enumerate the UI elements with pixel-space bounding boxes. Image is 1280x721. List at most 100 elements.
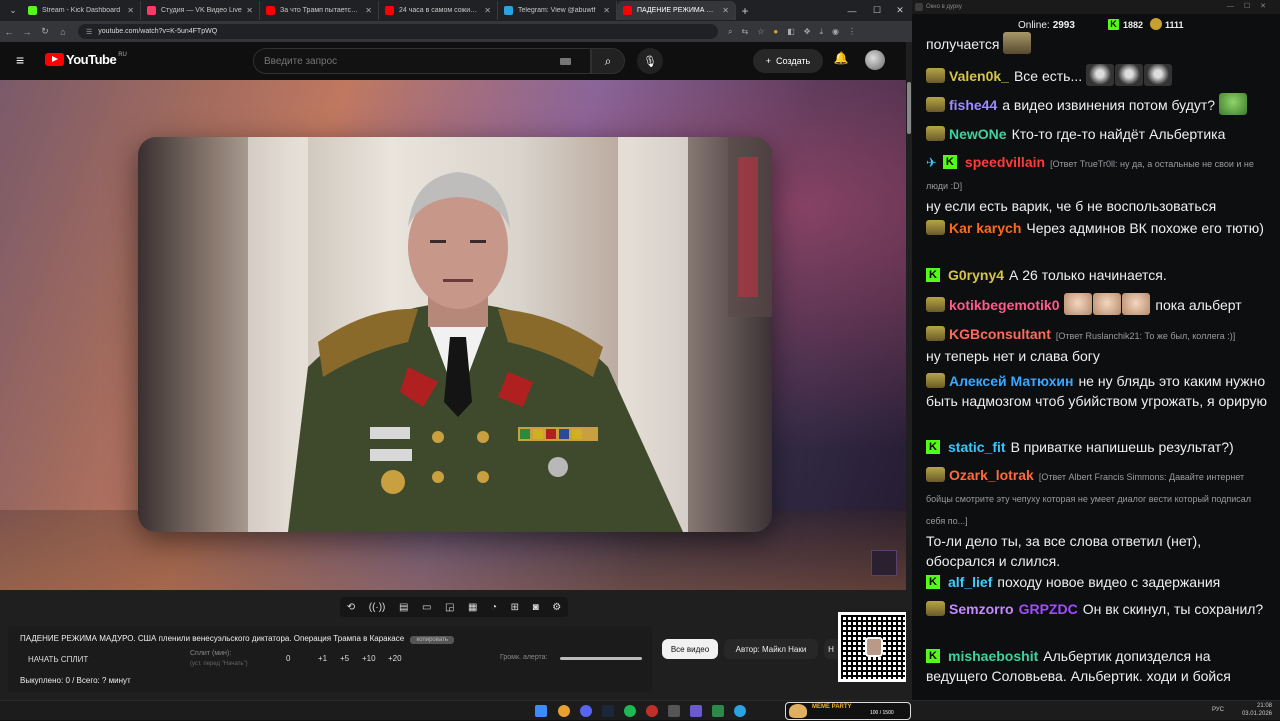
account-avatar[interactable] bbox=[865, 50, 885, 70]
chat-username[interactable]: NewONe bbox=[949, 126, 1007, 142]
tab-close-icon[interactable]: ✕ bbox=[722, 6, 729, 15]
video-player[interactable] bbox=[0, 80, 906, 590]
chat-message: mishaeboshitАльбертик допизделся на веду… bbox=[926, 646, 1272, 686]
address-bar: ← → ↻ ⌂ ☰ youtube.com/watch?v=K-5un4FTpW… bbox=[0, 21, 912, 42]
clock[interactable]: 21:08 03.01.2026 bbox=[1242, 702, 1272, 718]
chat-username[interactable]: static_fit bbox=[948, 439, 1006, 455]
chat-username[interactable]: fishe44 bbox=[949, 97, 997, 113]
keyboard-icon[interactable] bbox=[560, 57, 571, 65]
chat-username[interactable]: KGBconsultant bbox=[949, 326, 1051, 342]
tab-youtube-maduro[interactable]: ПАДЕНИЕ РЕЖИМА МАДУ... ✕ bbox=[617, 1, 736, 20]
frames-icon[interactable]: ▦ bbox=[468, 602, 477, 613]
forward-icon[interactable]: → bbox=[18, 27, 36, 37]
add-clip-icon[interactable]: ⊞ bbox=[511, 602, 519, 613]
chat-username[interactable]: speedvillain bbox=[965, 154, 1045, 170]
tab-close-icon[interactable]: ✕ bbox=[365, 6, 372, 15]
downloads-icon[interactable]: ⤓ bbox=[819, 27, 823, 37]
pip-icon[interactable]: ◲ bbox=[445, 602, 454, 613]
alert-volume-slider[interactable] bbox=[560, 657, 642, 660]
close-window-icon[interactable]: ✕ bbox=[888, 0, 912, 21]
app-icon[interactable] bbox=[712, 705, 724, 717]
clapper-icon[interactable]: ▤ bbox=[399, 602, 408, 613]
site-info-icon[interactable]: ☰ bbox=[86, 28, 92, 36]
video-photo-frame bbox=[138, 137, 772, 532]
platform-badge-icon bbox=[926, 97, 945, 112]
search-button[interactable]: ⌕ bbox=[591, 48, 625, 74]
media-player-icon[interactable] bbox=[690, 705, 702, 717]
film-icon[interactable]: ▭ bbox=[422, 602, 431, 613]
chat-username-badge[interactable]: GRPZDC bbox=[1019, 601, 1078, 617]
obs-icon[interactable] bbox=[646, 705, 658, 717]
minimize-icon[interactable]: — bbox=[840, 0, 864, 21]
channel-watermark-icon[interactable] bbox=[871, 550, 897, 576]
search-input[interactable] bbox=[264, 55, 554, 67]
zoom-icon[interactable]: ⌕ bbox=[728, 27, 732, 37]
chat-messages[interactable]: получается Valen0k_ Все есть... fishe44 а … bbox=[922, 32, 1274, 700]
split-value[interactable]: 0 bbox=[286, 654, 290, 663]
next-chip[interactable]: Н bbox=[824, 639, 838, 659]
chrome-icon[interactable] bbox=[558, 705, 570, 717]
broadcast-icon[interactable]: ((·)) bbox=[369, 602, 386, 613]
language-indicator[interactable]: РУС bbox=[1212, 707, 1224, 713]
tab-close-icon[interactable]: ✕ bbox=[603, 6, 610, 15]
start-windows-icon[interactable] bbox=[535, 705, 547, 717]
screenshot-icon[interactable]: ◙ bbox=[533, 602, 539, 613]
app-icon[interactable] bbox=[668, 705, 680, 717]
chat-username[interactable]: Ozark_lotrak bbox=[949, 467, 1034, 483]
chat-window-controls[interactable]: —☐✕ bbox=[1227, 0, 1276, 14]
app-icon bbox=[915, 3, 923, 11]
add-5-button[interactable]: +5 bbox=[340, 654, 349, 663]
tab-close-icon[interactable]: ✕ bbox=[127, 6, 134, 15]
profile-icon[interactable]: ◉ bbox=[832, 27, 839, 37]
author-chip[interactable]: Автор: Майкл Наки bbox=[724, 639, 818, 659]
extension-icon[interactable]: ● bbox=[773, 27, 778, 37]
extension-icon[interactable]: ◧ bbox=[787, 27, 795, 37]
all-videos-chip[interactable]: Все видео bbox=[662, 639, 718, 659]
chat-username[interactable]: Semzorro bbox=[949, 601, 1014, 617]
discord-icon[interactable] bbox=[580, 705, 592, 717]
add-1-button[interactable]: +1 bbox=[318, 654, 327, 663]
meme-party-widget[interactable]: МЕМЕ PARTY 100 / 1500 bbox=[785, 702, 911, 720]
url-field[interactable]: ☰ youtube.com/watch?v=K-5un4FTpWQ bbox=[78, 24, 718, 39]
chat-username[interactable]: alf_lief bbox=[948, 574, 992, 590]
translate-icon[interactable]: ⇆ bbox=[741, 27, 748, 37]
telegram-icon[interactable] bbox=[734, 705, 746, 717]
tab-youtube-trump[interactable]: За что Трамп пытается убить ✕ bbox=[260, 1, 379, 20]
chat-username[interactable]: mishaeboshit bbox=[948, 648, 1038, 664]
create-button[interactable]: + Создать bbox=[753, 49, 823, 73]
tab-close-icon[interactable]: ✕ bbox=[246, 6, 253, 15]
hamburger-menu-icon[interactable]: ≡ bbox=[16, 53, 30, 67]
steam-icon[interactable] bbox=[602, 705, 614, 717]
speed-icon[interactable]: ◔ bbox=[491, 602, 497, 613]
new-tab-button[interactable]: + bbox=[736, 4, 754, 18]
tab-close-icon[interactable]: ✕ bbox=[484, 6, 491, 15]
home-icon[interactable]: ⌂ bbox=[54, 27, 72, 37]
menu-icon[interactable]: ⋮ bbox=[848, 27, 856, 37]
scrollbar-thumb[interactable] bbox=[907, 82, 911, 134]
add-20-button[interactable]: +20 bbox=[388, 654, 402, 663]
notifications-bell-icon[interactable]: 🔔 bbox=[832, 51, 850, 69]
chat-username[interactable]: Алексей Матюхин bbox=[949, 373, 1073, 389]
settings-gear-icon[interactable]: ⚙ bbox=[552, 602, 561, 613]
loop-icon[interactable]: ⟲ bbox=[347, 602, 355, 613]
tab-vk-studio[interactable]: Студия — VK Видео Live ✕ bbox=[141, 1, 260, 20]
tab-kick-dashboard[interactable]: Stream - Kick Dashboard ✕ bbox=[22, 1, 141, 20]
tab-telegram[interactable]: Telegram: View @abuwtf ✕ bbox=[498, 1, 617, 20]
extensions-puzzle-icon[interactable]: ✥ bbox=[804, 27, 811, 37]
copy-pill-button[interactable]: копировать bbox=[410, 636, 454, 644]
chat-username[interactable]: Valen0k_ bbox=[949, 68, 1009, 84]
start-split-button[interactable]: НАЧАТЬ СПЛИТ bbox=[20, 653, 106, 667]
back-icon[interactable]: ← bbox=[0, 27, 18, 37]
chat-username[interactable]: G0ryny4 bbox=[948, 267, 1004, 283]
chat-username[interactable]: Kar karych bbox=[949, 220, 1021, 236]
spotify-icon[interactable] bbox=[624, 705, 636, 717]
maximize-icon[interactable]: ☐ bbox=[865, 0, 889, 21]
tab-youtube-24h[interactable]: 24 часа в самом сожиревшем ✕ bbox=[379, 1, 498, 20]
voice-search-button[interactable]: 🎙 bbox=[637, 48, 663, 74]
chat-username[interactable]: kotikbegemotik0 bbox=[949, 297, 1059, 313]
tab-search-icon[interactable]: ⌄ bbox=[4, 2, 22, 20]
bookmark-star-icon[interactable]: ☆ bbox=[757, 27, 764, 37]
reload-icon[interactable]: ↻ bbox=[36, 26, 54, 37]
youtube-logo[interactable]: YouTube RU bbox=[45, 52, 127, 67]
add-10-button[interactable]: +10 bbox=[362, 654, 376, 663]
